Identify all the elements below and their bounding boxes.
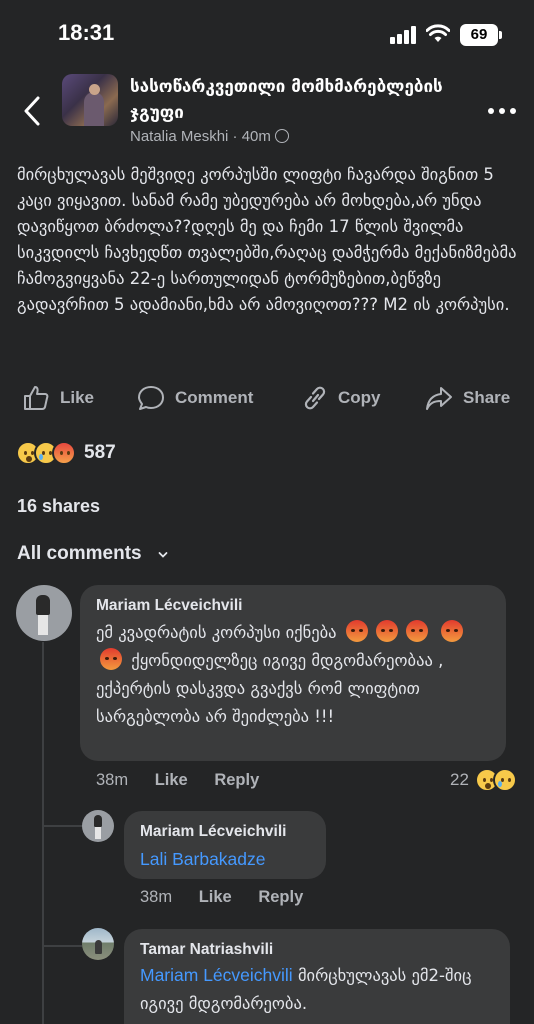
group-avatar[interactable] — [62, 74, 118, 126]
comment-text: Mariam Lécveichvili მირცხულავას ემ2-შიც … — [140, 961, 500, 1018]
comment-like-button[interactable]: Like — [155, 771, 188, 789]
commenter-avatar[interactable] — [82, 928, 114, 960]
comment-icon — [138, 386, 164, 410]
angry-emoji-icon — [100, 648, 122, 670]
comment-button[interactable]: Comment — [137, 380, 253, 416]
copy-label: Copy — [338, 388, 381, 407]
angry-reaction-icon — [52, 441, 76, 465]
comment-text-part: ქყონდიდელზეც იგივე მდგომარეობაა , ექპერტ… — [96, 651, 444, 726]
wifi-icon — [426, 24, 450, 42]
meta-separator: · — [232, 128, 238, 145]
back-button[interactable] — [18, 94, 48, 128]
comment-reactions[interactable]: 22 — [450, 768, 517, 792]
like-icon — [24, 386, 49, 410]
copy-button[interactable]: Copy — [302, 380, 381, 416]
globe-icon — [274, 129, 289, 143]
thread-branch — [42, 825, 82, 827]
battery-tip — [499, 31, 502, 39]
status-bar: 18:31 69 — [0, 0, 534, 70]
angry-emoji-icon — [345, 620, 368, 642]
angry-emoji-icon — [375, 620, 398, 642]
comment-author[interactable]: Mariam Lécveichvili — [140, 823, 286, 841]
comment-reply-button[interactable]: Reply — [258, 888, 303, 906]
comment-author[interactable]: Mariam Lécveichvili — [96, 597, 242, 615]
cellular-signal-icon — [390, 26, 418, 44]
comment-time: 38m — [96, 771, 129, 789]
thread-line — [42, 642, 44, 1024]
share-button[interactable]: Share — [425, 380, 510, 416]
comment-mention[interactable]: Lali Barbakadze — [140, 845, 266, 873]
group-name[interactable]: სასოწარკვეთილი მომხმარებლების ჯგუფი — [130, 74, 460, 126]
angry-emoji-icon — [405, 620, 428, 642]
comment-author[interactable]: Tamar Natriashvili — [140, 941, 273, 959]
comment-text: ემ კვადრატის კორპუსი იქნება ქყონდიდელზეც… — [96, 619, 496, 731]
share-label: Share — [463, 388, 511, 407]
shares-count[interactable]: 16 shares — [17, 496, 100, 517]
comment-text-part: ემ კვადრატის კორპუსი იქნება — [96, 623, 337, 642]
post-header: სასოწარკვეთილი მომხმარებლების ჯგუფი Nata… — [0, 70, 534, 150]
comment-meta: 38m Like Reply — [96, 771, 281, 790]
reply-bubble: Mariam Lécveichvili Lali Barbakadze — [124, 811, 326, 879]
post-time[interactable]: 40m — [242, 128, 271, 145]
comment-reply-button[interactable]: Reply — [214, 771, 259, 789]
battery-indicator: 69 — [460, 24, 498, 46]
comment-mention[interactable]: Mariam Lécveichvili — [140, 965, 293, 985]
reactions-summary[interactable]: 587 — [16, 440, 116, 466]
reaction-count: 587 — [84, 442, 116, 463]
thread-branch — [42, 945, 82, 947]
comment-bubble: Mariam Lécveichvili ემ კვადრატის კორპუსი… — [80, 585, 506, 761]
post-meta: Natalia Meskhi · 40m — [130, 128, 289, 145]
like-label: Like — [60, 388, 95, 407]
comment-meta: 38m Like Reply — [140, 888, 325, 907]
post-text: მირცხულავას მეშვიდე კორპუსში ლიფტი ჩავარ… — [17, 165, 517, 314]
like-button[interactable]: Like — [22, 380, 94, 416]
comment-reaction-count: 22 — [450, 770, 469, 789]
more-options-button[interactable] — [488, 108, 516, 116]
share-icon — [426, 387, 452, 410]
commenter-avatar[interactable] — [16, 585, 72, 641]
reply-bubble: Tamar Natriashvili Mariam Lécveichvili მ… — [124, 929, 510, 1024]
post-author[interactable]: Natalia Meskhi — [130, 128, 228, 145]
comment-time: 38m — [140, 888, 173, 906]
comment-sort-dropdown[interactable]: All comments — [17, 543, 142, 565]
sad-reaction-icon — [492, 768, 517, 792]
commenter-avatar[interactable] — [82, 810, 114, 842]
link-icon — [304, 386, 326, 410]
post-actions: Like Comment Copy Share — [0, 380, 534, 416]
angry-emoji-icon — [441, 620, 464, 642]
comment-label: Comment — [175, 388, 254, 407]
chevron-down-icon[interactable] — [158, 550, 168, 560]
status-time: 18:31 — [58, 20, 115, 45]
comment-like-button[interactable]: Like — [199, 888, 232, 906]
